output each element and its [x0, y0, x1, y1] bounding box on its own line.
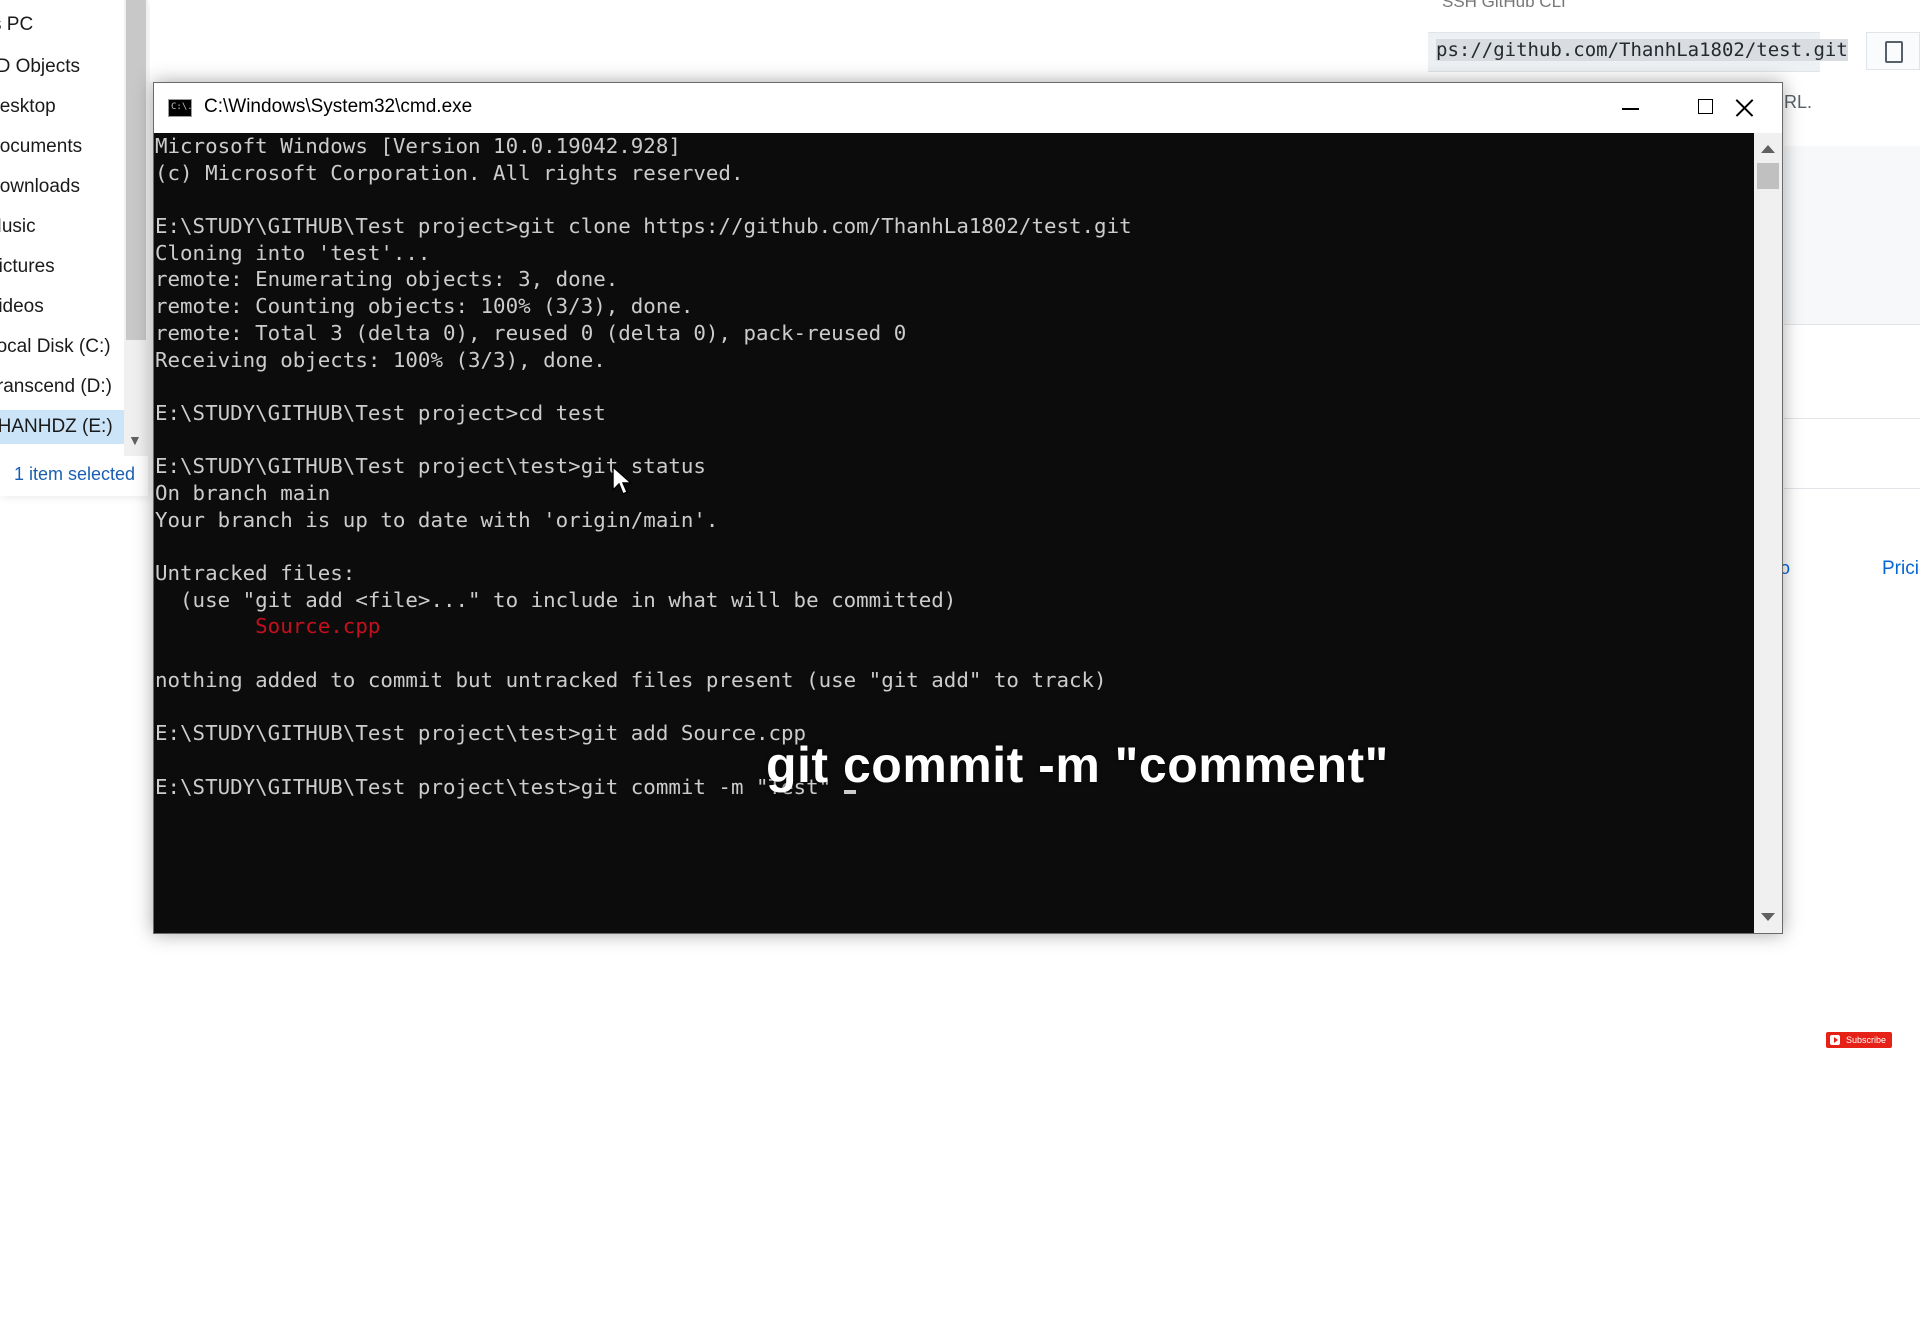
subscribe-button[interactable]: Subscribe	[1826, 1032, 1892, 1048]
background-window-top	[150, 0, 1428, 82]
console-output[interactable]: Microsoft Windows [Version 10.0.19042.92…	[154, 133, 1754, 933]
explorer-scrollbar[interactable]: ▼	[124, 0, 148, 456]
console-line: E:\STUDY\GITHUB\Test project>git clone h…	[155, 213, 1754, 240]
console-line-text: E:\STUDY\GITHUB\Test project>git clone h…	[155, 214, 1132, 239]
file-explorer-window: s PC 3D Objects Desktop Documents Downloads M…	[0, 0, 148, 496]
explorer-nav-item[interactable]: THANHDZ (E:)	[0, 410, 124, 444]
console-line: E:\STUDY\GITHUB\Test project>cd test	[155, 400, 1754, 427]
console-line: (c) Microsoft Corporation. All rights re…	[155, 160, 1754, 187]
console-scrollbar[interactable]	[1754, 133, 1782, 933]
panel-divider	[1784, 488, 1920, 489]
console-line: nothing added to commit but untracked fi…	[155, 667, 1754, 694]
console-line-text: remote: Enumerating objects: 3, done.	[155, 267, 619, 292]
close-button[interactable]	[1706, 83, 1782, 133]
scroll-down-icon[interactable]	[1761, 913, 1775, 921]
explorer-status-text: 1 item selected	[14, 464, 136, 484]
panel-divider	[1784, 418, 1920, 419]
console-line: Source.cpp	[155, 613, 1754, 640]
console-line-text: remote: Counting objects: 100% (3/3), do…	[155, 294, 694, 319]
scroll-up-icon[interactable]	[1761, 145, 1775, 153]
cmd-app-icon[interactable]: C:\.	[168, 99, 193, 117]
console-line-text: remote: Total 3 (delta 0), reused 0 (del…	[155, 320, 907, 345]
console-line: Microsoft Windows [Version 10.0.19042.92…	[155, 133, 1754, 160]
console-line: remote: Total 3 (delta 0), reused 0 (del…	[155, 320, 1754, 347]
subscribe-label: Subscribe	[1846, 1035, 1887, 1045]
console-line-text: Source.cpp	[155, 614, 381, 639]
clone-url-text[interactable]: ps://github.com/ThanhLa1802/test.git	[1436, 39, 1848, 61]
explorer-nav-item[interactable]: Desktop	[0, 90, 124, 124]
console-line-text: E:\STUDY\GITHUB\Test project\test>git ad…	[155, 721, 807, 746]
console-scrollbar-thumb[interactable]	[1757, 163, 1779, 189]
panel-section	[1784, 146, 1920, 324]
console-line: remote: Counting objects: 100% (3/3), do…	[155, 293, 1754, 320]
console-line: remote: Enumerating objects: 3, done.	[155, 266, 1754, 293]
copy-url-button[interactable]	[1866, 32, 1920, 70]
explorer-nav-item[interactable]: Documents	[0, 130, 124, 164]
chevron-down-icon[interactable]: ▼	[128, 432, 142, 448]
console-line: Cloning into 'test'...	[155, 240, 1754, 267]
explorer-nav-item[interactable]: Videos	[0, 290, 124, 324]
console-line: E:\STUDY\GITHUB\Test project\test>git st…	[155, 453, 1754, 480]
console-line-text: E:\STUDY\GITHUB\Test project\test>git co…	[155, 774, 844, 799]
explorer-scrollbar-thumb[interactable]	[126, 0, 146, 340]
console-line-text: (use "git add <file>..." to include in w…	[155, 587, 957, 612]
clipboard-icon	[1885, 41, 1903, 63]
console-line: On branch main	[155, 480, 1754, 507]
console-line-text: Your branch is up to date with 'origin/m…	[155, 507, 719, 532]
console-line-text: E:\STUDY\GITHUB\Test project>cd test	[155, 400, 606, 425]
pricing-link[interactable]: Prici	[1882, 558, 1919, 580]
console-line: Receiving objects: 100% (3/3), done.	[155, 347, 1754, 374]
console-line-text: Microsoft Windows [Version 10.0.19042.92…	[155, 134, 681, 158]
console-line-text: Cloning into 'test'...	[155, 240, 431, 265]
console-line: Your branch is up to date with 'origin/m…	[155, 507, 1754, 534]
explorer-nav-item[interactable]: Pictures	[0, 250, 124, 284]
console-line-text: (c) Microsoft Corporation. All rights re…	[155, 160, 744, 185]
console-line: Untracked files:	[155, 560, 1754, 587]
console-line-text: On branch main	[155, 480, 331, 505]
clone-help-text: RL.	[1784, 92, 1813, 112]
console-line-text: Untracked files:	[155, 561, 356, 585]
explorer-nav-item[interactable]: Downloads	[0, 170, 124, 204]
cmd-window[interactable]: C:\. C:\Windows\System32\cmd.exe Microso…	[153, 82, 1783, 934]
cmd-titlebar[interactable]: C:\. C:\Windows\System32\cmd.exe	[154, 83, 1782, 133]
panel-divider	[1784, 324, 1920, 325]
cmd-window-title: C:\Windows\System32\cmd.exe	[204, 96, 473, 117]
mouse-pointer-icon	[612, 466, 633, 495]
explorer-nav-item[interactable]: 3D Objects	[0, 50, 124, 84]
minimize-button[interactable]	[1592, 83, 1668, 133]
explorer-nav-item[interactable]: Transcend (D:)	[0, 370, 124, 404]
explorer-nav-item[interactable]: Music	[0, 210, 124, 244]
video-caption: git commit -m "comment"	[766, 737, 1389, 793]
clone-tabs[interactable]: SSH GitHub CLI	[1442, 0, 1566, 12]
console-line-text: Receiving objects: 100% (3/3), done.	[155, 347, 606, 372]
console-line-text: nothing added to commit but untracked fi…	[155, 667, 1107, 692]
youtube-play-icon	[1830, 1035, 1840, 1045]
explorer-nav-item[interactable]: Local Disk (C:)	[0, 330, 124, 364]
explorer-nav-item[interactable]: s PC	[0, 8, 124, 42]
console-line: (use "git add <file>..." to include in w…	[155, 587, 1754, 614]
clone-url-field[interactable]: ps://github.com/ThanhLa1802/test.git	[1428, 32, 1848, 72]
